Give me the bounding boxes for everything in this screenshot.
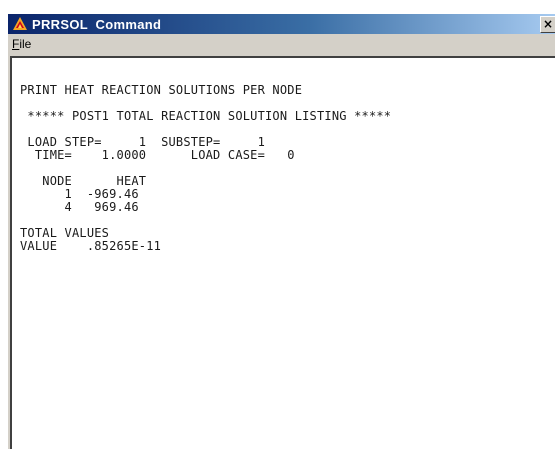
prrsol-command-window: PRRSOL Command × File PRINT HEAT REACTIO… — [6, 12, 555, 449]
output-line-value: VALUE .85265E-11 — [20, 239, 162, 253]
menu-bar: File — [8, 35, 555, 53]
solution-listing: PRINT HEAT REACTION SOLUTIONS PER NODE *… — [20, 84, 391, 253]
close-icon: × — [542, 17, 554, 31]
window-title: PRRSOL Command — [32, 16, 162, 32]
output-line-time: TIME= 1.0000 LOAD CASE= 0 — [20, 148, 295, 162]
output-line-node-row: 4 969.46 — [20, 200, 139, 214]
menu-item-file-label: ile — [19, 37, 32, 51]
output-area[interactable]: PRINT HEAT REACTION SOLUTIONS PER NODE *… — [10, 56, 555, 449]
output-line-title: PRINT HEAT REACTION SOLUTIONS PER NODE — [20, 83, 303, 97]
ansys-logo-icon — [13, 17, 27, 30]
menu-item-file[interactable]: File — [8, 37, 31, 51]
output-line-listing-header: ***** POST1 TOTAL REACTION SOLUTION LIST… — [20, 109, 392, 123]
close-button[interactable]: × — [540, 16, 555, 33]
title-bar[interactable]: PRRSOL Command × — [8, 14, 555, 34]
